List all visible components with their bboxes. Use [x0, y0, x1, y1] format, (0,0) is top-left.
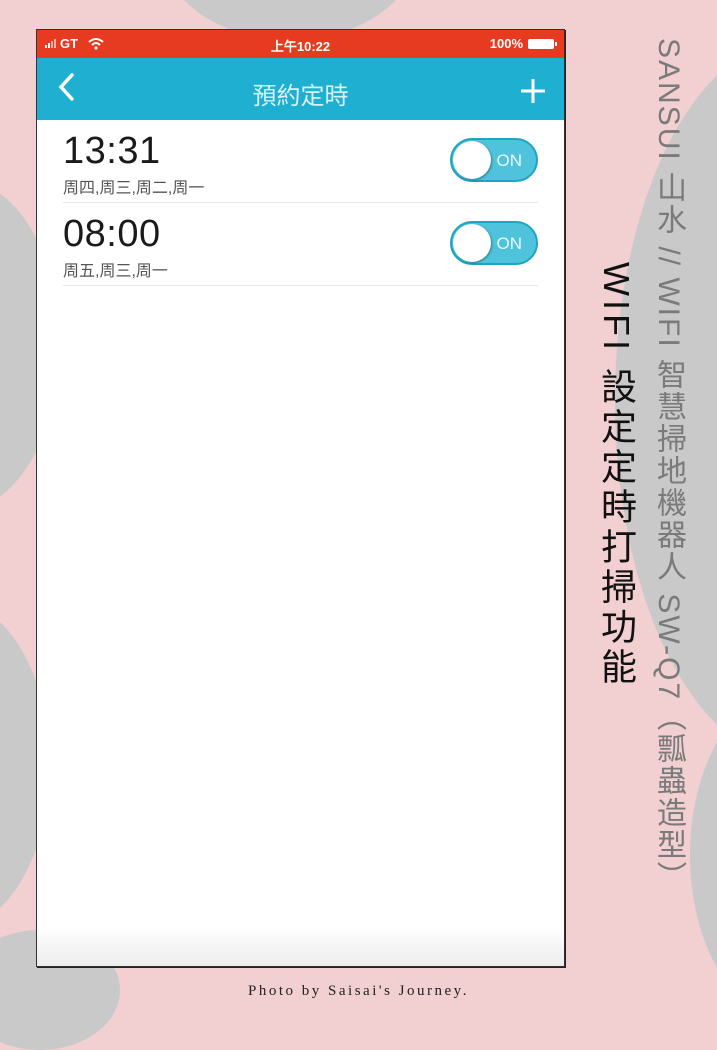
page-title: 預約定時: [252, 83, 349, 110]
overlay-title: WIFI 設定定時打掃功能: [596, 262, 637, 688]
schedule-row[interactable]: 13:31 周四,周三,周二,周一 ON: [63, 120, 538, 203]
toggle-label: ON: [496, 151, 523, 170]
schedule-list: 13:31 周四,周三,周二,周一 ON 08:00 周五,周三,周一 ON: [37, 120, 564, 286]
decorative-blob: [690, 690, 717, 1020]
toggle-knob: [453, 224, 491, 262]
toggle-label: ON: [496, 234, 523, 253]
photo-credit: Photo by Saisai's Journey.: [248, 983, 469, 999]
schedule-row[interactable]: 08:00 周五,周三,周一 ON: [63, 203, 538, 286]
toggle-knob: [453, 141, 491, 179]
schedule-toggle[interactable]: ON: [450, 221, 538, 265]
battery-percent: 100%: [489, 36, 523, 51]
nav-bar: 預約定時: [37, 58, 564, 120]
phone-screenshot: GT 上午10:22 100% 預約定時 13:31 周四,周三,周二,周一 O…: [36, 29, 565, 967]
add-schedule-button[interactable]: [520, 66, 546, 114]
bottom-fade: [37, 926, 564, 966]
status-bar: GT 上午10:22 100%: [37, 30, 564, 58]
battery-icon: [528, 38, 557, 49]
status-time: 上午10:22: [270, 39, 331, 54]
schedule-toggle[interactable]: ON: [450, 138, 538, 182]
overlay-subtitle: SANSUI 山水 // WIFI 智慧掃地機器人 SW-Q7（瓢蟲造型）: [652, 38, 685, 894]
schedule-time: 08:00: [63, 213, 161, 255]
schedule-days: 周五,周三,周一: [63, 263, 168, 280]
plus-icon: [521, 79, 545, 103]
schedule-time: 13:31: [63, 130, 161, 172]
schedule-days: 周四,周三,周二,周一: [63, 180, 205, 197]
